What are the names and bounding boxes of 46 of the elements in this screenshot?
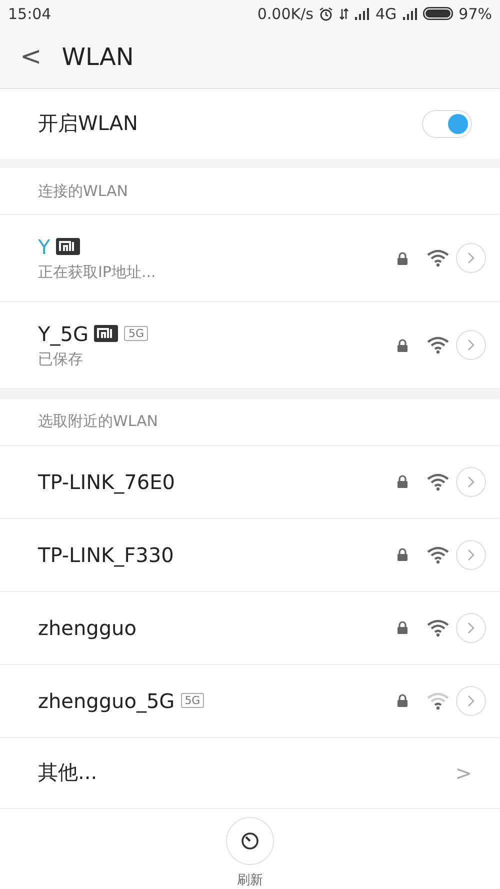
chevron-icon <box>467 548 475 561</box>
chevron-icon <box>467 252 475 264</box>
network-row[interactable]: zhengguo <box>0 592 500 665</box>
details-button[interactable] <box>456 243 486 274</box>
battery-icon <box>422 7 453 20</box>
details-button[interactable] <box>456 686 486 716</box>
wlan-switch[interactable] <box>422 110 472 138</box>
network-name: Y <box>38 234 50 259</box>
alarm-icon <box>319 6 334 21</box>
network-status: 已保存 <box>38 350 84 369</box>
signal-icon <box>355 8 370 20</box>
network-row[interactable]: TP-LINK_F330 <box>0 518 500 592</box>
chevron-icon <box>467 622 475 634</box>
chevron-icon <box>467 476 475 488</box>
refresh-icon <box>240 831 260 851</box>
data-arrows-icon <box>339 6 350 21</box>
network-speed: 0.00K/s <box>257 4 314 23</box>
refresh-label: 刷新 <box>237 872 263 889</box>
details-button[interactable] <box>456 612 486 643</box>
signal-icon <box>402 8 417 20</box>
refresh-button[interactable] <box>226 817 274 865</box>
network-name: TP-LINK_F330 <box>38 542 174 567</box>
arrow: > <box>455 760 472 785</box>
band-tag: 5G <box>124 326 148 342</box>
details-button[interactable] <box>456 466 486 497</box>
other-networks-label[interactable]: 其他... <box>38 759 456 786</box>
details-button[interactable] <box>456 330 486 360</box>
network-name: zhengguo <box>38 616 136 640</box>
network-status: 正在获取IP地址... <box>38 262 157 282</box>
chevron-icon <box>467 694 475 707</box>
wlan-toggle-label: 开启WLAN <box>38 110 140 138</box>
back-button[interactable]: < <box>20 42 42 72</box>
battery-percent: 97% <box>458 4 492 23</box>
network-type: 4G <box>375 4 397 23</box>
network-row[interactable]: Y 正在获取IP地址... <box>0 215 500 302</box>
clock-time: 15:04 <box>8 4 52 23</box>
network-name: zhengguo_5G <box>38 688 175 713</box>
section-title: 选取附近的WLAN <box>0 398 500 446</box>
network-name: TP-LINK_76E0 <box>38 470 175 494</box>
network-name: Y_5G <box>38 322 88 346</box>
chevron-icon <box>467 339 475 352</box>
section-title: 连接的WLAN <box>0 168 500 216</box>
band-tag: 5G <box>180 693 204 708</box>
page-title: WLAN <box>62 43 134 72</box>
network-row[interactable]: TP-LINK_76E0 <box>0 446 500 519</box>
details-button[interactable] <box>456 540 486 570</box>
